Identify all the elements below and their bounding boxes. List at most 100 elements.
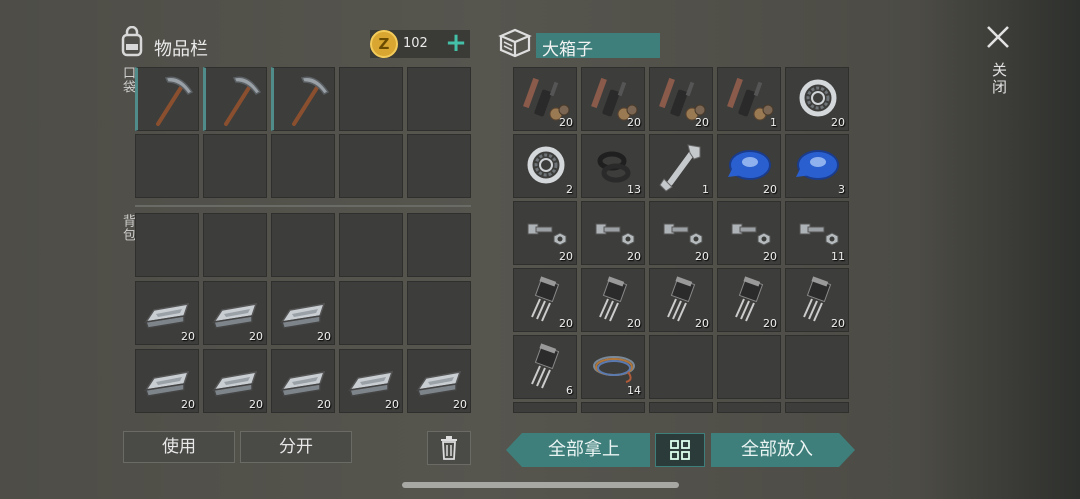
item-count: 20 <box>559 116 573 129</box>
backpack-slot[interactable] <box>135 213 199 277</box>
item-count: 20 <box>627 317 641 330</box>
trash-icon <box>441 436 457 460</box>
container-slot-partial[interactable] <box>581 402 645 413</box>
backpack-slot[interactable] <box>407 281 471 345</box>
container-slot[interactable]: 1 <box>649 134 713 198</box>
take-all-label: 全部拿上 <box>548 439 620 460</box>
container-slot[interactable]: 20 <box>649 67 713 131</box>
backpack-slot[interactable]: 20 <box>271 349 335 413</box>
container-slot[interactable]: 20 <box>717 201 781 265</box>
container-slot[interactable]: 20 <box>513 201 577 265</box>
container-slot[interactable]: 13 <box>581 134 645 198</box>
container-slot[interactable]: 14 <box>581 335 645 399</box>
backpack-slot[interactable]: 20 <box>407 349 471 413</box>
backpack-slot[interactable] <box>203 213 267 277</box>
pocket-slot[interactable] <box>203 67 267 131</box>
item-count: 1 <box>770 116 777 129</box>
backpack-slot[interactable]: 20 <box>203 281 267 345</box>
backpack-slot[interactable] <box>271 213 335 277</box>
item-count: 20 <box>559 250 573 263</box>
item-count: 20 <box>627 250 641 263</box>
container-slot[interactable]: 20 <box>513 268 577 332</box>
use-button[interactable]: 使用 <box>123 431 235 463</box>
backpack-slot[interactable] <box>339 213 403 277</box>
pocket-slot[interactable] <box>271 67 335 131</box>
container-slot[interactable]: 20 <box>581 67 645 131</box>
container-slot[interactable]: 3 <box>785 134 849 198</box>
pocket-slot[interactable] <box>407 134 471 198</box>
container-name-field[interactable]: 大箱子 <box>536 33 660 60</box>
container-slot[interactable]: 20 <box>513 67 577 131</box>
item-count: 3 <box>838 183 845 196</box>
item-count: 13 <box>627 183 641 196</box>
item-count: 20 <box>249 398 263 411</box>
pocket-slot[interactable] <box>271 134 335 198</box>
coin-count: 102 <box>403 36 428 51</box>
pocket-slot[interactable] <box>203 134 267 198</box>
item-count: 20 <box>763 250 777 263</box>
box-icon <box>498 27 532 59</box>
backpack-slot[interactable]: 20 <box>271 281 335 345</box>
container-slot[interactable]: 20 <box>649 268 713 332</box>
container-slot-partial[interactable] <box>785 402 849 413</box>
item-count: 6 <box>566 384 573 397</box>
pocket-slot[interactable] <box>339 67 403 131</box>
container-slot[interactable]: 20 <box>785 268 849 332</box>
backpack-slot[interactable] <box>407 213 471 277</box>
container-slot[interactable]: 1 <box>717 67 781 131</box>
item-count: 20 <box>181 398 195 411</box>
put-all-button[interactable]: 全部放入 <box>711 433 855 467</box>
container-slot[interactable] <box>649 335 713 399</box>
container-slot[interactable]: 20 <box>581 268 645 332</box>
container-slot-partial[interactable] <box>717 402 781 413</box>
backpack-slot[interactable] <box>339 281 403 345</box>
split-button[interactable]: 分开 <box>240 431 352 463</box>
backpack-slot[interactable]: 20 <box>135 349 199 413</box>
container-slot[interactable] <box>717 335 781 399</box>
container-slot[interactable]: 2 <box>513 134 577 198</box>
put-all-label: 全部放入 <box>741 439 813 460</box>
grid-sort-icon <box>670 440 690 460</box>
close-button[interactable]: 关闭 <box>982 22 1014 102</box>
close-label: 关闭 <box>990 62 1008 96</box>
item-count: 20 <box>763 317 777 330</box>
item-count: 20 <box>249 330 263 343</box>
item-count: 20 <box>831 317 845 330</box>
item-count: 20 <box>695 116 709 129</box>
trash-button[interactable] <box>427 431 471 465</box>
add-coins-button[interactable]: + <box>444 30 468 58</box>
container-slot[interactable]: 20 <box>649 201 713 265</box>
container-slot[interactable]: 6 <box>513 335 577 399</box>
backpack-icon <box>116 25 148 58</box>
sort-button[interactable] <box>655 433 705 467</box>
container-slot[interactable]: 20 <box>785 67 849 131</box>
container-slot[interactable]: 20 <box>581 201 645 265</box>
container-slot[interactable]: 20 <box>717 268 781 332</box>
item-count: 2 <box>566 183 573 196</box>
close-icon <box>987 26 1009 48</box>
inventory-title: 物品栏 <box>154 39 208 60</box>
backpack-slot[interactable]: 20 <box>203 349 267 413</box>
container-slot-partial[interactable] <box>649 402 713 413</box>
pocket-slot[interactable] <box>407 67 471 131</box>
container-slot[interactable]: 11 <box>785 201 849 265</box>
item-count: 20 <box>763 183 777 196</box>
item-count: 20 <box>559 317 573 330</box>
container-slot[interactable] <box>785 335 849 399</box>
backpack-slot[interactable]: 20 <box>135 281 199 345</box>
take-all-button[interactable]: 全部拿上 <box>506 433 650 467</box>
item-count: 20 <box>627 116 641 129</box>
pocket-slot[interactable] <box>135 67 199 131</box>
item-count: 14 <box>627 384 641 397</box>
item-count: 20 <box>385 398 399 411</box>
container-name: 大箱子 <box>542 40 593 60</box>
container-slot-partial[interactable] <box>513 402 577 413</box>
coin-bar: Z 102 + <box>370 30 470 58</box>
pocket-slot[interactable] <box>339 134 403 198</box>
container-slot[interactable]: 20 <box>717 134 781 198</box>
backpack-slot[interactable]: 20 <box>339 349 403 413</box>
item-count: 20 <box>317 398 331 411</box>
home-indicator <box>402 482 679 488</box>
pocket-slot[interactable] <box>135 134 199 198</box>
item-count: 20 <box>695 317 709 330</box>
